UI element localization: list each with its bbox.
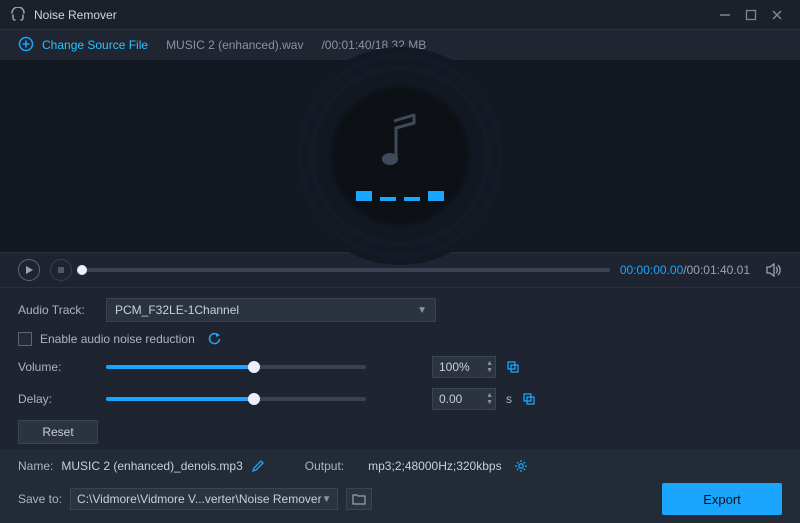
maximize-button[interactable]: [738, 2, 764, 28]
volume-input[interactable]: 100% ▲▼: [432, 356, 496, 378]
app-window: Noise Remover Change Source File MUSIC 2…: [0, 0, 800, 523]
chevron-down-icon: ▼: [322, 494, 332, 505]
change-source-label: Change Source File: [42, 38, 148, 52]
noise-reduction-label: Enable audio noise reduction: [40, 332, 195, 346]
save-path-value: C:\Vidmore\Vidmore V...verter\Noise Remo…: [77, 492, 322, 506]
reset-button-label: Reset: [42, 425, 73, 439]
current-time: 00:00:00.00: [620, 263, 683, 277]
export-button-label: Export: [703, 492, 741, 507]
audio-disc-visual: [315, 71, 485, 241]
play-button[interactable]: [18, 259, 40, 281]
output-panel: Name: MUSIC 2 (enhanced)_denois.mp3 Outp…: [0, 450, 800, 523]
output-name-value: MUSIC 2 (enhanced)_denois.mp3: [61, 459, 242, 473]
delay-step-down[interactable]: ▼: [486, 399, 493, 406]
music-note-icon: [376, 111, 424, 173]
equalizer-icon: [356, 187, 444, 201]
close-button[interactable]: [764, 2, 790, 28]
volume-label: Volume:: [18, 360, 96, 374]
delay-input[interactable]: 0.00 ▲▼: [432, 388, 496, 410]
noise-reduction-refresh-icon[interactable]: [207, 332, 221, 346]
volume-icon[interactable]: [766, 263, 782, 277]
noise-reduction-checkbox[interactable]: [18, 332, 32, 346]
delay-unit: s: [506, 392, 512, 406]
plus-circle-icon: [18, 36, 34, 55]
delay-step-up[interactable]: ▲: [486, 392, 493, 399]
name-label: Name:: [18, 459, 53, 473]
title-bar: Noise Remover: [0, 0, 800, 30]
reset-button[interactable]: Reset: [18, 420, 98, 444]
audio-track-select[interactable]: PCM_F32LE-1Channel ▼: [106, 298, 436, 322]
delay-reset-icon[interactable]: [522, 392, 536, 406]
save-path-select[interactable]: C:\Vidmore\Vidmore V...verter\Noise Remo…: [70, 488, 338, 510]
output-settings-icon[interactable]: [514, 459, 528, 473]
open-folder-button[interactable]: [346, 488, 372, 510]
volume-step-down[interactable]: ▼: [486, 367, 493, 374]
duration-time: /00:01:40.01: [683, 263, 750, 277]
audio-track-value: PCM_F32LE-1Channel: [115, 303, 239, 317]
window-title: Noise Remover: [34, 8, 712, 22]
folder-icon: [352, 493, 366, 505]
volume-reset-icon[interactable]: [506, 360, 520, 374]
output-format-value: mp3;2;48000Hz;320kbps: [368, 459, 501, 473]
delay-value: 0.00: [439, 392, 462, 406]
save-to-label: Save to:: [18, 492, 62, 506]
source-bar: Change Source File MUSIC 2 (enhanced).wa…: [0, 30, 800, 60]
delay-label: Delay:: [18, 392, 96, 406]
chevron-down-icon: ▼: [417, 305, 427, 316]
audio-track-label: Audio Track:: [18, 303, 96, 317]
edit-name-icon[interactable]: [251, 459, 265, 473]
export-button[interactable]: Export: [662, 483, 782, 515]
volume-slider[interactable]: [106, 365, 366, 369]
app-logo-icon: [10, 7, 26, 23]
transport-bar: 00:00:00.00/00:01:40.01: [0, 252, 800, 288]
output-label: Output:: [305, 459, 344, 473]
timecode: 00:00:00.00/00:01:40.01: [620, 263, 750, 277]
change-source-button[interactable]: Change Source File: [18, 36, 148, 55]
delay-slider[interactable]: [106, 397, 366, 401]
volume-value: 100%: [439, 360, 470, 374]
preview-area: [0, 60, 800, 252]
stop-button[interactable]: [50, 259, 72, 281]
seek-slider[interactable]: [82, 268, 610, 272]
settings-panel: Audio Track: PCM_F32LE-1Channel ▼ Enable…: [0, 288, 800, 450]
volume-step-up[interactable]: ▲: [486, 360, 493, 367]
source-info: /00:01:40/18.32 MB: [321, 38, 426, 52]
source-filename: MUSIC 2 (enhanced).wav: [166, 38, 303, 52]
minimize-button[interactable]: [712, 2, 738, 28]
